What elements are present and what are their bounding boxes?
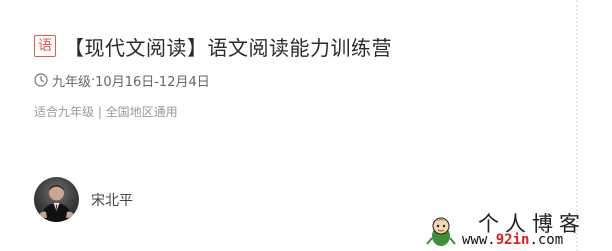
grade-label: 九年级 xyxy=(52,74,92,90)
teacher-info[interactable]: 宋北平 xyxy=(34,177,133,222)
clock-icon xyxy=(34,73,48,87)
mascot-icon xyxy=(424,214,458,248)
course-title[interactable]: 【现代文阅读】语文阅读能力训练营 xyxy=(64,32,392,61)
teacher-name[interactable]: 宋北平 xyxy=(91,190,133,210)
watermark-url: www.92in.com xyxy=(462,232,564,248)
date-range: 10月16日-12月4日 xyxy=(95,74,210,90)
course-schedule: 九年级 · 10月16日-12月4日 xyxy=(34,71,210,90)
subject-badge: 语 xyxy=(34,35,56,57)
teacher-avatar[interactable] xyxy=(34,177,79,222)
watermark-url-highlight: 92in xyxy=(495,232,530,248)
course-title-row[interactable]: 语 【现代文阅读】语文阅读能力训练营 xyxy=(34,32,392,60)
course-card[interactable]: 语 【现代文阅读】语文阅读能力训练营 九年级 · 10月16日-12月4日 适合… xyxy=(0,0,612,251)
watermark: 个人博客 www.92in.com xyxy=(424,206,612,251)
course-scope: 适合九年级 | 全国地区通用 xyxy=(34,105,178,119)
